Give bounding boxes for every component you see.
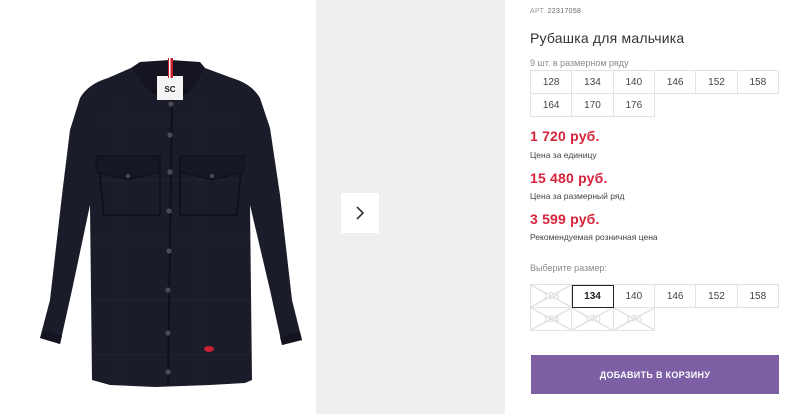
unit-price: 1 720 руб. (530, 128, 600, 144)
pack-price-caption: Цена за размерный ряд (530, 191, 625, 201)
size-option-unavailable: 176 (613, 308, 655, 331)
product-photo[interactable]: SC (0, 0, 316, 414)
size-picker-label: Выберите размер: (530, 263, 607, 273)
size-option-selected[interactable]: 134 (572, 285, 614, 308)
size-option-label: 134 (584, 290, 601, 302)
pack-size-cell: 152 (696, 71, 738, 94)
size-option[interactable]: 140 (613, 285, 655, 308)
article-value: 22317058 (547, 8, 582, 15)
pack-size-cell: 158 (737, 71, 779, 94)
size-picker: 128 134 140 146 152 158 164 170 176 (530, 284, 779, 331)
pack-note: 9 шт. в размерном ряду (530, 58, 629, 68)
shirt-logo-text: SC (164, 85, 175, 94)
add-to-cart-button[interactable]: ДОБАВИТЬ В КОРЗИНУ (531, 355, 779, 394)
pack-size-cell: 146 (654, 71, 697, 94)
size-option-unavailable: 170 (572, 308, 614, 331)
size-option-label: 158 (749, 290, 767, 302)
pack-size-cell: 128 (531, 71, 573, 94)
next-image-button[interactable] (341, 193, 379, 233)
size-option-label: 140 (625, 290, 643, 302)
pack-price: 15 480 руб. (530, 170, 608, 186)
pack-size-cell: 176 (613, 94, 655, 117)
size-option-label: 152 (708, 290, 725, 302)
strike-icon (614, 308, 654, 330)
pack-size-cell: 140 (613, 71, 655, 94)
size-option-unavailable: 164 (531, 308, 573, 331)
pack-size-cell: 164 (531, 94, 573, 117)
unit-price-caption: Цена за единицу (530, 150, 597, 160)
size-option[interactable]: 152 (696, 285, 738, 308)
strike-icon (531, 308, 571, 330)
product-info: АРТ. 22317058 Рубашка для мальчика 9 шт. … (530, 0, 780, 414)
product-title: Рубашка для мальчика (530, 30, 685, 46)
pack-size-cell: 134 (572, 71, 614, 94)
size-option-unavailable: 128 (531, 285, 573, 308)
pack-size-grid: 128 134 140 146 152 158 164 170 176 (530, 70, 779, 117)
size-option[interactable]: 158 (737, 285, 779, 308)
strike-icon (531, 285, 571, 307)
retail-price-caption: Рекомендуемая розничная цена (530, 232, 658, 242)
size-option[interactable]: 146 (654, 285, 697, 308)
size-option-label: 146 (666, 290, 684, 302)
chevron-right-icon (356, 206, 365, 220)
article-label: АРТ. (530, 8, 546, 15)
shirt-image: SC (40, 58, 302, 387)
retail-price: 3 599 руб. (530, 211, 600, 227)
article-number: АРТ. 22317058 (530, 8, 581, 15)
pack-size-cell: 170 (572, 94, 614, 117)
strike-icon (572, 308, 612, 330)
product-gallery: SC (0, 0, 505, 414)
